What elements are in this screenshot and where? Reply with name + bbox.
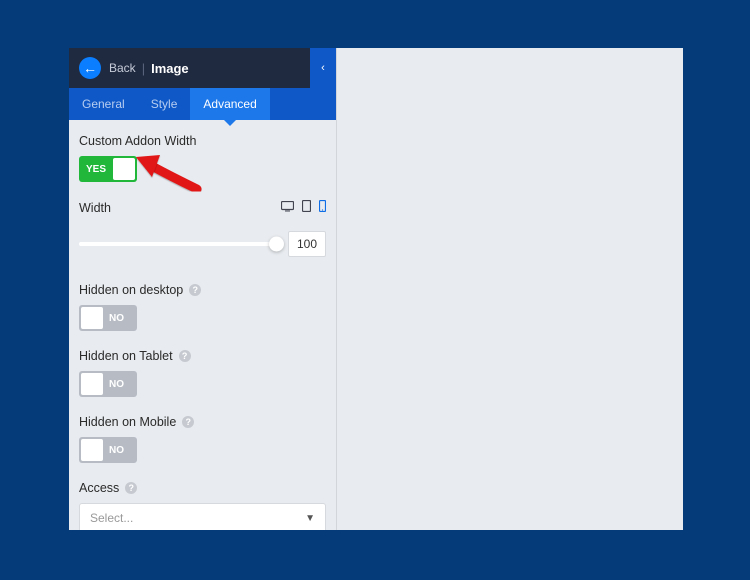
toggle-handle (81, 307, 103, 329)
hidden-mobile-toggle[interactable]: NO (79, 437, 137, 463)
panel-header: ← Back | Image ‹ (69, 48, 336, 88)
toggle-no-label: NO (103, 379, 124, 390)
custom-width-label: Custom Addon Width (79, 134, 326, 148)
separator: | (142, 61, 145, 76)
preview-panel (336, 48, 683, 530)
access-label: Access ? (79, 481, 326, 495)
chevron-left-icon: ‹ (321, 62, 325, 74)
tablet-icon[interactable] (302, 200, 311, 215)
help-icon[interactable]: ? (179, 350, 191, 362)
hidden-tablet-label: Hidden on Tablet ? (79, 349, 326, 363)
chevron-down-icon: ▼ (305, 513, 315, 524)
hidden-tablet-toggle[interactable]: NO (79, 371, 137, 397)
hidden-desktop-toggle[interactable]: NO (79, 305, 137, 331)
help-icon[interactable]: ? (189, 284, 201, 296)
tabs: General Style Advanced (69, 88, 336, 120)
toggle-no-label: NO (103, 313, 124, 324)
tab-advanced[interactable]: Advanced (190, 88, 269, 120)
toggle-handle (113, 158, 135, 180)
toggle-yes-label: YES (81, 164, 113, 175)
help-icon[interactable]: ? (182, 416, 194, 428)
back-label: Back (109, 61, 136, 75)
slider-thumb[interactable] (269, 237, 284, 252)
width-input[interactable]: 100 (288, 231, 326, 257)
select-placeholder: Select... (90, 511, 133, 525)
hidden-mobile-label: Hidden on Mobile ? (79, 415, 326, 429)
back-button[interactable]: ← Back (69, 57, 136, 79)
custom-width-toggle[interactable]: YES (79, 156, 137, 182)
tab-style[interactable]: Style (138, 88, 191, 120)
desktop-icon[interactable] (281, 201, 294, 215)
width-label: Width (79, 201, 111, 215)
panel-title: Image (151, 61, 189, 76)
hidden-desktop-label: Hidden on desktop ? (79, 283, 326, 297)
width-slider[interactable] (79, 242, 278, 246)
mobile-icon[interactable] (319, 200, 326, 215)
tab-general[interactable]: General (69, 88, 138, 120)
toggle-handle (81, 373, 103, 395)
access-select[interactable]: Select... ▼ (79, 503, 326, 530)
toggle-no-label: NO (103, 445, 124, 456)
toggle-handle (81, 439, 103, 461)
panel-content: Custom Addon Width YES Width (69, 120, 336, 530)
collapse-button[interactable]: ‹ (310, 48, 336, 88)
back-icon: ← (79, 57, 101, 79)
device-selector (281, 200, 326, 215)
help-icon[interactable]: ? (125, 482, 137, 494)
